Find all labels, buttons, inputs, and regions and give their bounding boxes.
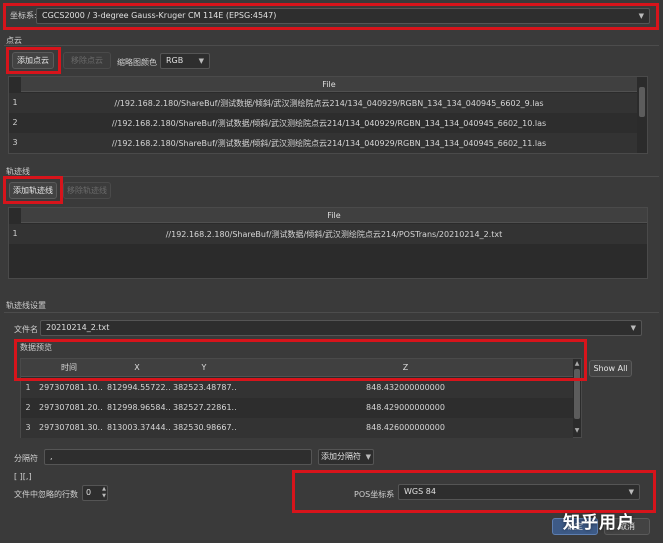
- add-separator-select[interactable]: 添加分隔符 ▼: [318, 449, 374, 465]
- z-cell: 848.426000000000: [366, 423, 445, 432]
- row-number: 1: [25, 383, 31, 392]
- time-cell: 297307081.30...: [39, 423, 103, 432]
- separator-label: 分隔符: [14, 454, 38, 463]
- row-number: 1: [12, 98, 18, 107]
- table-row[interactable]: 3 297307081.30... 813003.37444... 382530…: [21, 418, 573, 438]
- settings-divider: [4, 312, 659, 313]
- ignore-lines-label: 文件中忽略的行数: [14, 490, 78, 499]
- table-row[interactable]: 1 //192.168.2.180/ShareBuf/测试数据/倾斜/武汉测绘院…: [9, 93, 637, 113]
- thumbnail-color-select[interactable]: RGB ▼: [160, 53, 210, 69]
- y-cell: 382527.22861...: [173, 403, 237, 412]
- crs-highlight: [3, 3, 659, 30]
- add-separator-label: 添加分隔符: [321, 452, 361, 461]
- chevron-down-icon: ▼: [630, 324, 636, 332]
- settings-section-title: 轨迹线设置: [6, 301, 46, 310]
- scroll-down-icon[interactable]: ▼: [573, 427, 581, 434]
- ignore-lines-value: 0: [86, 488, 92, 497]
- trajectory-divider: [4, 176, 659, 177]
- add-trajectory-highlight: [3, 176, 63, 204]
- add-pointcloud-highlight: [6, 47, 61, 74]
- pointcloud-table: File 1 //192.168.2.180/ShareBuf/测试数据/倾斜/…: [8, 76, 648, 154]
- preview-header-highlight: [14, 339, 587, 381]
- pointcloud-file-cell: //192.168.2.180/ShareBuf/测试数据/倾斜/武汉测绘院点云…: [111, 119, 547, 128]
- pointcloud-scrollbar[interactable]: [637, 77, 647, 153]
- pointcloud-file-header[interactable]: File: [21, 77, 637, 92]
- remove-trajectory-button[interactable]: 移除轨迹线: [63, 182, 111, 199]
- filename-value: 20210214_2.txt: [46, 323, 110, 332]
- pointcloud-file-cell: //192.168.2.180/ShareBuf/测试数据/倾斜/武汉测绘院点云…: [111, 139, 547, 148]
- pointcloud-file-cell: //192.168.2.180/ShareBuf/测试数据/倾斜/武汉测绘院点云…: [114, 99, 544, 108]
- filename-select[interactable]: 20210214_2.txt ▼: [40, 320, 642, 336]
- x-cell: 813003.37444...: [107, 423, 171, 432]
- show-all-button[interactable]: Show All: [589, 360, 632, 377]
- x-cell: 812994.55722...: [107, 383, 171, 392]
- row-number: 3: [25, 423, 31, 432]
- time-cell: 297307081.20...: [39, 403, 103, 412]
- separator-value: ,: [50, 452, 53, 461]
- time-cell: 297307081.10...: [39, 383, 103, 392]
- row-number: 2: [12, 118, 18, 127]
- pos-crs-highlight: [292, 470, 656, 513]
- separator-input[interactable]: ,: [44, 449, 312, 465]
- row-number: 1: [12, 229, 18, 238]
- ignore-lines-spinbox[interactable]: 0 ▲ ▼: [82, 485, 108, 501]
- table-row[interactable]: 3 //192.168.2.180/ShareBuf/测试数据/倾斜/武汉测绘院…: [9, 133, 637, 153]
- thumbnail-color-label: 缩略图颜色: [117, 58, 157, 67]
- z-cell: 848.429000000000: [366, 403, 445, 412]
- remove-pointcloud-button[interactable]: 移除点云: [63, 52, 111, 69]
- chevron-down-icon: ▼: [198, 57, 204, 65]
- thumbnail-color-value: RGB: [166, 56, 184, 65]
- table-row[interactable]: 1 297307081.10... 812994.55722... 382523…: [21, 378, 573, 398]
- trajectory-table: File 1 //192.168.2.180/ShareBuf/测试数据/倾斜/…: [8, 207, 648, 279]
- trajectory-file-cell: //192.168.2.180/ShareBuf/测试数据/倾斜/武汉测绘院点云…: [165, 230, 503, 239]
- spin-arrows-icon[interactable]: ▲ ▼: [102, 486, 106, 500]
- table-row[interactable]: 1 //192.168.2.180/ShareBuf/测试数据/倾斜/武汉测绘院…: [9, 224, 647, 244]
- row-number: 3: [12, 138, 18, 147]
- filename-label: 文件名: [14, 325, 38, 334]
- watermark-text: 知乎用户: [563, 513, 635, 533]
- x-cell: 812998.96584...: [107, 403, 171, 412]
- table-row[interactable]: 2 //192.168.2.180/ShareBuf/测试数据/倾斜/武汉测绘院…: [9, 113, 637, 133]
- pointcloud-divider: [4, 45, 659, 46]
- table-row[interactable]: 2 297307081.20... 812998.96584... 382527…: [21, 398, 573, 418]
- pointcloud-scroll-thumb[interactable]: [639, 87, 645, 117]
- trajectory-file-header[interactable]: File: [21, 208, 647, 223]
- z-cell: 848.432000000000: [366, 383, 445, 392]
- chevron-down-icon: ▼: [365, 453, 371, 461]
- separator-list: [ ][,]: [14, 472, 32, 481]
- y-cell: 382523.48787...: [173, 383, 237, 392]
- row-number: 2: [25, 403, 31, 412]
- y-cell: 382530.98667...: [173, 423, 237, 432]
